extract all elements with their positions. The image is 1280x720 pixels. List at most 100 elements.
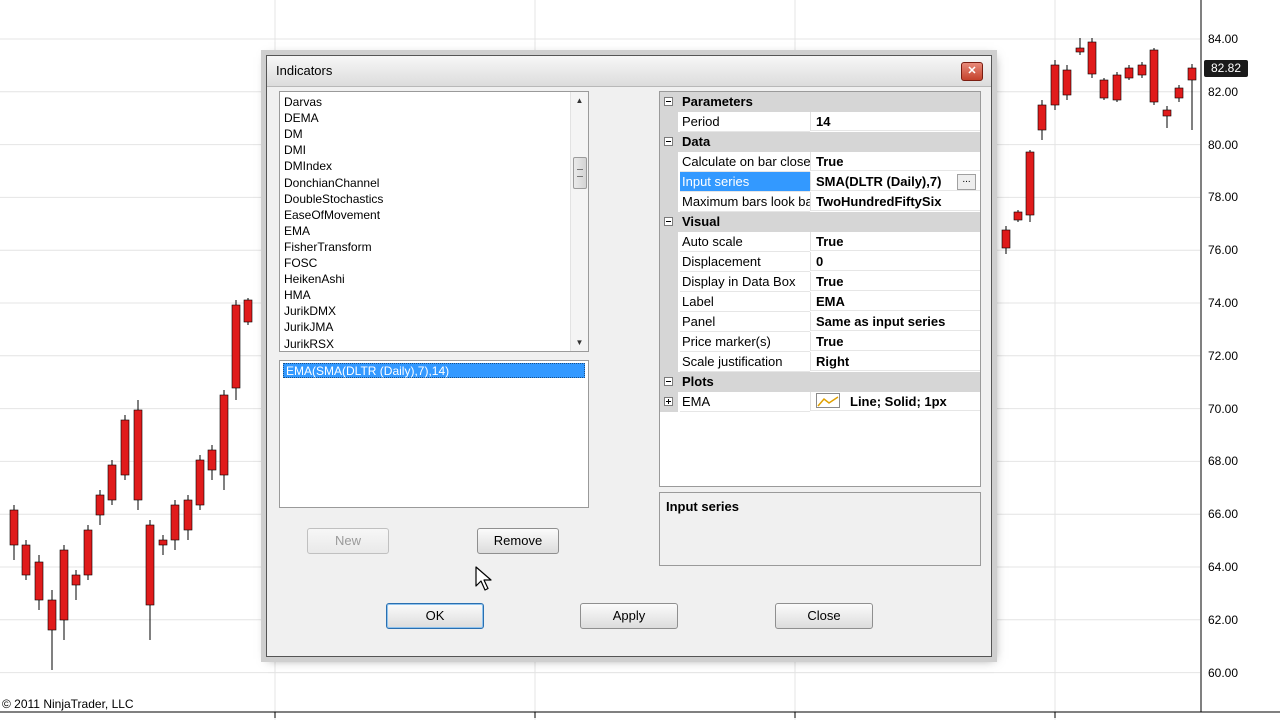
property-value-text: SMA(DLTR (Daily),7) [816,174,942,189]
indicator-list-item[interactable]: DMI [284,142,306,158]
property-category[interactable]: Data [660,132,980,152]
property-value[interactable]: TwoHundredFiftySix [810,192,980,211]
property-description: Input series [659,492,981,566]
scroll-up-arrow-icon[interactable]: ▲ [571,92,588,109]
indicator-list-scrollbar[interactable]: ▲ ▼ [570,92,588,351]
property-value-text: True [816,274,844,289]
property-row[interactable]: Maximum bars look back TwoHundredFiftySix [660,192,980,212]
property-value-text: True [816,154,844,169]
collapse-toggle-icon[interactable] [664,137,673,146]
price-axis-label: 84.00 [1208,32,1239,46]
property-row[interactable]: Price marker(s) True [660,332,980,352]
indicator-list-item[interactable]: JurikDMX [284,303,336,319]
property-category[interactable]: Plots [660,372,980,392]
property-value[interactable]: True [810,232,980,251]
mouse-pointer-icon [475,566,492,591]
collapse-toggle-icon[interactable] [664,217,673,226]
price-axis-label: 72.00 [1208,348,1239,363]
property-category[interactable]: Parameters [660,92,980,112]
collapse-toggle-icon[interactable] [664,97,673,106]
candle-body [219,394,229,476]
price-axis-label: 68.00 [1208,454,1239,469]
candle-body [83,529,93,576]
property-row[interactable]: Display in Data Box True [660,272,980,292]
candle-body [71,574,81,586]
property-row[interactable]: EMA Line; Solid; 1px [660,392,980,412]
property-category-label: Data [682,134,711,149]
indicator-list-item[interactable]: DEMA [284,110,319,126]
collapse-toggle-icon[interactable] [664,377,673,386]
close-icon[interactable]: ✕ [961,62,983,81]
indicator-list-item[interactable]: EMA [284,223,310,239]
indicator-list-item[interactable]: DoubleStochastics [284,191,383,207]
price-axis-label: 76.00 [1208,243,1239,258]
applied-indicators-list[interactable]: EMA(SMA(DLTR (Daily),7),14) [279,360,589,508]
dialog-titlebar[interactable]: Indicators ✕ [267,56,991,87]
property-row-gutter [660,152,678,172]
property-row-gutter [660,392,678,412]
indicator-list-item[interactable]: JurikJMA [284,319,333,335]
property-name: EMA [680,392,810,412]
indicator-list-item[interactable]: DM [284,126,303,142]
candle-body [1112,74,1122,101]
indicator-list-item[interactable]: DMIndex [284,158,332,174]
apply-button[interactable]: Apply [580,603,678,629]
indicator-list[interactable]: Darvas DEMA DM DMI DMIndex DonchianChannel Dou… [279,91,589,352]
property-row[interactable]: Panel Same as input series [660,312,980,332]
property-row[interactable]: Period 14 [660,112,980,132]
indicator-list-item[interactable]: FisherTransform [284,239,372,255]
property-value[interactable]: True [810,152,980,171]
property-name: Displacement [680,252,810,272]
candle-body [107,464,117,501]
ellipsis-button[interactable]: ... [957,174,976,190]
property-value[interactable]: Right [810,352,980,371]
candle-body [120,419,130,476]
property-row-gutter [660,332,678,352]
candle-body [1187,67,1197,81]
property-row[interactable]: Displacement 0 [660,252,980,272]
close-button[interactable]: Close [775,603,873,629]
property-value[interactable]: True [810,332,980,351]
remove-button[interactable]: Remove [477,528,559,554]
candle-body [47,599,57,631]
dialog-title: Indicators [276,63,333,78]
new-button[interactable]: New [307,528,389,554]
property-value[interactable]: Same as input series [810,312,980,331]
property-value[interactable]: EMA [810,292,980,311]
property-row-gutter [660,252,678,272]
candle-body [158,539,168,546]
candle-body [1037,104,1047,131]
ok-button[interactable]: OK [386,603,484,629]
property-category[interactable]: Visual [660,212,980,232]
property-row[interactable]: Auto scale True [660,232,980,252]
property-grid[interactable]: Parameters Period 14 Data Calculate on bar c… [659,91,981,487]
property-row-gutter [660,312,678,332]
indicator-list-item[interactable]: Darvas [284,94,322,110]
price-axis-label: 70.00 [1208,401,1239,416]
scroll-down-arrow-icon[interactable]: ▼ [571,334,588,351]
indicator-list-item[interactable]: EaseOfMovement [284,207,380,223]
indicator-list-item[interactable]: HMA [284,287,311,303]
property-value[interactable]: True [810,272,980,291]
candle-body [1050,64,1060,106]
indicator-list-item[interactable]: JurikRSX [284,336,334,352]
property-row[interactable]: Scale justification Right [660,352,980,372]
property-row[interactable]: Calculate on bar close True [660,152,980,172]
property-row[interactable]: Label EMA [660,292,980,312]
property-category-label: Parameters [682,94,753,109]
property-row[interactable]: Input series SMA(DLTR (Daily),7)... [660,172,980,192]
scroll-thumb[interactable] [573,157,587,189]
property-row-gutter [660,192,678,212]
expand-toggle-icon[interactable] [664,397,673,406]
property-value[interactable]: SMA(DLTR (Daily),7)... [810,172,980,191]
property-name: Panel [680,312,810,332]
indicator-list-item[interactable]: DonchianChannel [284,175,379,191]
candle-body [207,449,217,471]
price-axis-label: 62.00 [1208,612,1239,627]
property-value[interactable]: 14 [810,112,980,131]
property-value[interactable]: Line; Solid; 1px [810,392,980,411]
property-value[interactable]: 0 [810,252,980,271]
indicator-list-item[interactable]: FOSC [284,255,317,271]
applied-indicator-item[interactable]: EMA(SMA(DLTR (Daily),7),14) [283,363,585,378]
indicator-list-item[interactable]: HeikenAshi [284,271,345,287]
